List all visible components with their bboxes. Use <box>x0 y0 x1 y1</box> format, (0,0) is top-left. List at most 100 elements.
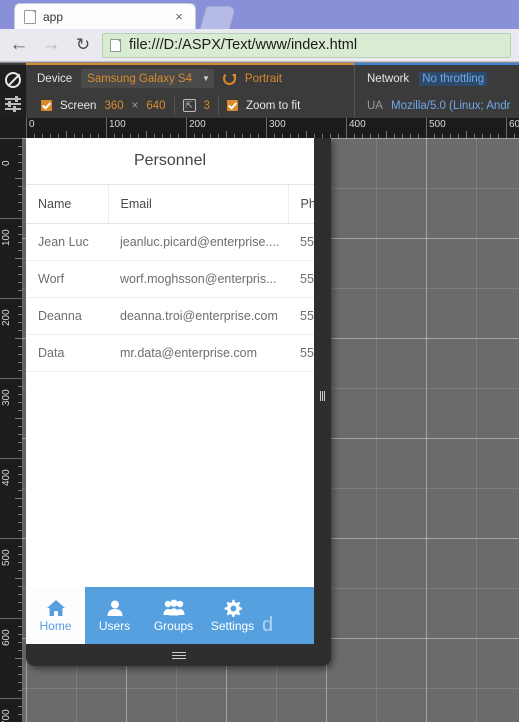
nav-item-partial[interactable]: d <box>262 587 282 644</box>
user-icon <box>105 599 125 617</box>
ruler-tick <box>66 131 67 138</box>
ruler-tick <box>266 118 267 138</box>
ruler-tick <box>0 138 22 139</box>
device-frame: Personnel Name Email Ph Jean Luc jeanluc… <box>26 138 331 666</box>
ruler-label: 400 <box>1 469 12 486</box>
ruler-label: 700 <box>1 709 12 722</box>
page-icon <box>110 38 121 52</box>
ruler-label: 600 <box>1 629 12 646</box>
ruler-label: 200 <box>1 309 12 326</box>
app-page: Personnel Name Email Ph Jean Luc jeanluc… <box>26 138 314 644</box>
network-settings-column: Network No throttling UA Mozilla/5.0 (Li… <box>354 65 519 119</box>
browser-tab[interactable]: app × <box>14 3 196 29</box>
table-row[interactable]: Worf worf.moghsson@enterpris... 55 <box>26 260 314 298</box>
ruler-tick <box>0 298 22 299</box>
ruler-label: 400 <box>349 119 366 130</box>
address-bar-url: file:///D:/ASPX/Text/www/index.html <box>129 37 358 53</box>
chevron-down-icon: ▼ <box>202 74 210 83</box>
devtools-icon-rail <box>0 65 26 119</box>
cell-email: mr.data@enterprise.com <box>108 334 288 372</box>
orientation-value[interactable]: Portrait <box>245 73 282 85</box>
ruler-label: 300 <box>269 119 286 130</box>
vertical-ruler: 0 100 200 300 400 500 600 700 <box>0 138 22 722</box>
nav-item-groups[interactable]: Groups <box>144 587 203 644</box>
cell-phone: 55 <box>288 297 314 335</box>
cell-phone: 55 <box>288 260 314 298</box>
close-icon[interactable]: × <box>171 9 187 25</box>
ruler-tick <box>106 118 107 138</box>
nav-label-settings: Settings <box>210 619 255 633</box>
column-header-phone[interactable]: Ph <box>288 185 314 224</box>
device-bottom-bar <box>26 644 331 666</box>
device-pixel-ratio-icon: ⇱ <box>182 99 196 112</box>
page-title: Personnel <box>26 138 314 185</box>
horizontal-resize-handle[interactable] <box>171 651 186 659</box>
filter-icon[interactable] <box>5 96 21 112</box>
device-pixel-ratio-value[interactable]: 3 <box>204 100 210 112</box>
device-settings-column: Device Samsung Galaxy S4 ▼ Portrait Scre… <box>26 65 354 119</box>
divider <box>173 96 175 115</box>
ruler-label: 100 <box>109 119 126 130</box>
nav-label-users: Users <box>98 619 131 633</box>
device-viewport: Personnel Name Email Ph Jean Luc jeanluc… <box>26 138 314 644</box>
nav-item-home[interactable]: Home <box>26 587 85 644</box>
nav-item-users[interactable]: Users <box>85 587 144 644</box>
ruler-label: 300 <box>1 389 12 406</box>
gear-icon <box>223 599 242 617</box>
bottom-navigation: Home Users Groups Settings d <box>26 587 314 644</box>
new-tab-button[interactable] <box>199 6 237 29</box>
ruler-tick <box>306 131 307 138</box>
cell-email: jeanluc.picard@enterprise.... <box>108 223 288 261</box>
column-header-name[interactable]: Name <box>26 185 109 224</box>
ruler-tick <box>15 658 22 659</box>
ruler-tick <box>15 178 22 179</box>
ruler-tick <box>0 698 22 699</box>
table-header-row: Name Email Ph <box>26 185 314 224</box>
user-agent-value[interactable]: Mozilla/5.0 (Linux; Andr <box>391 100 511 112</box>
ruler-tick <box>466 131 467 138</box>
ruler-tick <box>15 258 22 259</box>
block-icon[interactable] <box>5 72 21 88</box>
table-row[interactable]: Deanna deanna.troi@enterprise.com 55 <box>26 297 314 335</box>
back-button[interactable]: ← <box>6 32 32 58</box>
forward-button[interactable]: → <box>38 32 64 58</box>
reload-button[interactable]: ↻ <box>70 32 96 58</box>
cell-email: deanna.troi@enterprise.com <box>108 297 288 335</box>
ruler-tick <box>346 118 347 138</box>
address-bar[interactable]: file:///D:/ASPX/Text/www/index.html <box>102 32 511 58</box>
browser-window: app × ← → ↻ file:///D:/ASPX/Text/www/ind… <box>0 0 519 722</box>
table-row[interactable]: Jean Luc jeanluc.picard@enterprise.... 5… <box>26 223 314 261</box>
page-icon <box>24 9 36 24</box>
column-header-email[interactable]: Email <box>108 185 289 224</box>
nav-item-settings[interactable]: Settings <box>203 587 262 644</box>
ruler-tick <box>15 338 22 339</box>
ruler-tick <box>186 118 187 138</box>
nav-label-partial: d <box>262 613 274 636</box>
zoom-to-fit-checkbox[interactable] <box>226 100 238 111</box>
cell-name: Jean Luc <box>26 223 108 261</box>
table-row[interactable]: Data mr.data@enterprise.com 55 <box>26 334 314 372</box>
ruler-tick <box>26 118 27 138</box>
ruler-tick <box>386 131 387 138</box>
device-select[interactable]: Samsung Galaxy S4 ▼ <box>81 69 214 88</box>
network-throttling-select[interactable]: No throttling <box>419 71 488 86</box>
screen-width-input[interactable]: 360 <box>104 100 123 112</box>
ruler-tick <box>0 458 22 459</box>
vertical-resize-handle[interactable] <box>316 388 329 404</box>
ruler-label: 500 <box>1 549 12 566</box>
rotate-icon[interactable] <box>222 72 236 85</box>
device-mode-toolbar: Device Samsung Galaxy S4 ▼ Portrait Scre… <box>0 62 519 119</box>
users-icon <box>163 599 185 617</box>
device-select-value: Samsung Galaxy S4 <box>87 72 192 85</box>
ruler-tick <box>0 378 22 379</box>
nav-label-home: Home <box>39 619 72 633</box>
screen-checkbox[interactable] <box>41 100 52 111</box>
ruler-tick <box>506 118 507 138</box>
device-label: Device <box>37 72 73 85</box>
cell-name: Deanna <box>26 297 108 335</box>
screen-height-input[interactable]: 640 <box>146 100 165 112</box>
cell-email: worf.moghsson@enterpris... <box>108 260 288 298</box>
home-icon <box>46 599 66 617</box>
ruler-tick <box>15 498 22 499</box>
ruler-tick <box>0 538 22 539</box>
